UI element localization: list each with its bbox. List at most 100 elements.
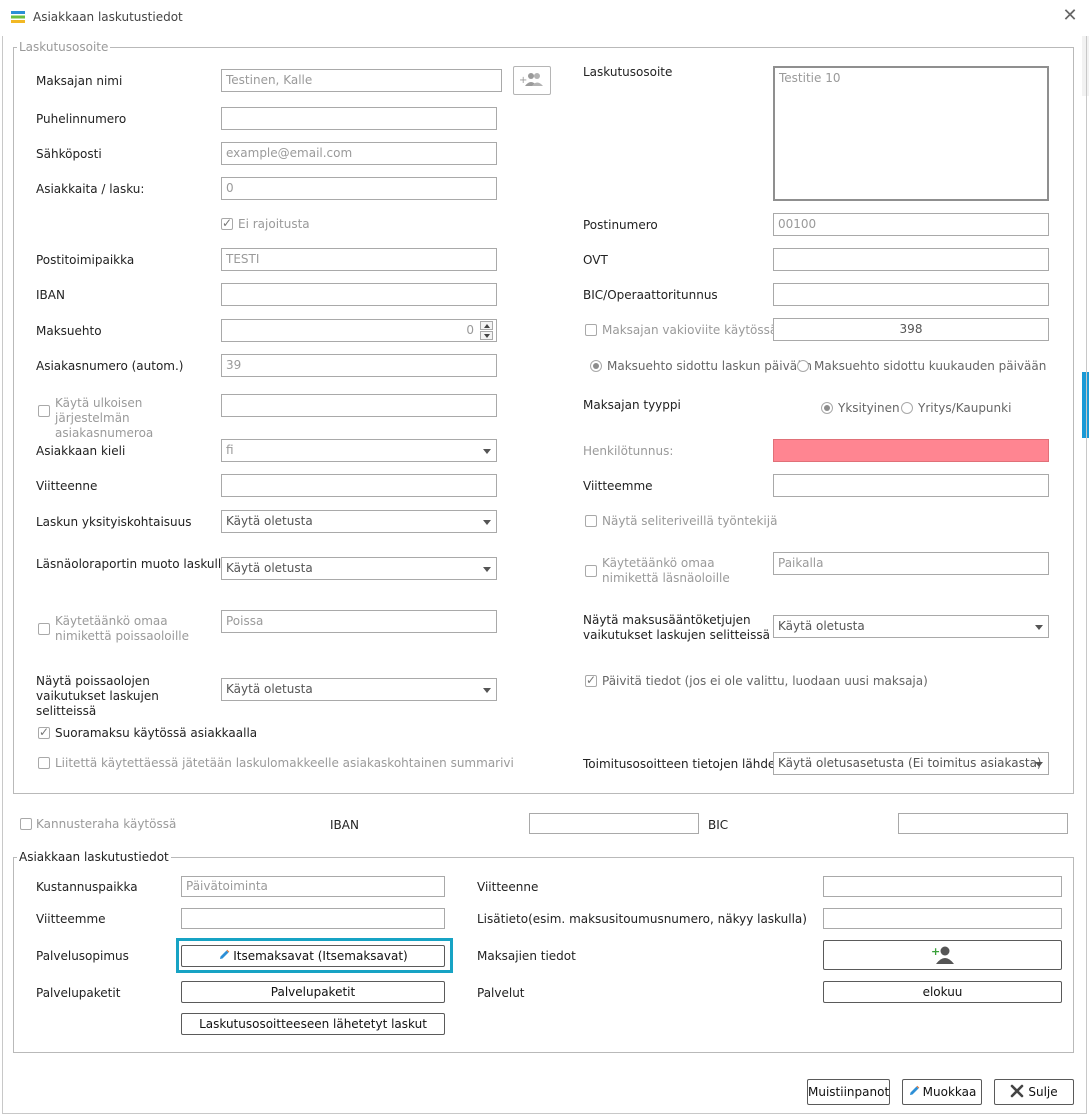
customer-billing-legend: Asiakkaan laskutustiedot	[17, 850, 171, 864]
direct-debit-label: Suoramaksu käytössä asiakkaalla	[55, 726, 258, 740]
own-presence-name-checkbox[interactable]	[585, 565, 597, 577]
payer-name-label: Maksajan nimi	[36, 74, 123, 88]
default-ref-label: Maksajan vakioviite käytössä	[602, 323, 778, 337]
chevron-down-icon	[1035, 625, 1043, 630]
show-employee-label: Näytä seliteriveillä työntekijä	[602, 514, 778, 528]
own-absence-name-input[interactable]: Poissa	[221, 610, 497, 633]
services-label: Palvelut	[477, 986, 525, 1000]
private-radio[interactable]	[821, 402, 833, 414]
our-ref-input[interactable]	[221, 474, 497, 497]
incentive-iban-label: IBAN	[330, 818, 359, 832]
private-label: Yksityinen	[838, 401, 900, 415]
payer-info-button[interactable]: +	[823, 940, 1062, 970]
cb-your-ref-input[interactable]	[181, 908, 445, 929]
default-ref-input[interactable]: 398	[773, 318, 1049, 341]
payment-term-stepper[interactable]: 0	[221, 319, 497, 342]
attachment-summary-checkbox[interactable]	[38, 757, 50, 769]
own-presence-name-input[interactable]: Paikalla	[773, 552, 1049, 575]
update-info-checkbox[interactable]	[585, 673, 597, 687]
direct-debit-checkbox[interactable]	[38, 725, 50, 739]
term-invoice-date-radio[interactable]	[590, 360, 602, 372]
cb-your-ref-label: Viitteemme	[36, 912, 106, 926]
cost-center-input[interactable]: Päivätoiminta	[181, 876, 445, 897]
incentive-checkbox[interactable]	[20, 818, 32, 830]
term-month-day-radio[interactable]	[797, 360, 809, 372]
service-contract-button-label: Itsemaksavat (Itsemaksavat)	[233, 949, 408, 963]
title-bar: Asiakkaan laskutustiedot ✕	[0, 0, 1089, 36]
city-label: Postitoimipaikka	[36, 253, 135, 267]
stepper-up-icon[interactable]	[480, 321, 493, 330]
own-presence-name-label: Käytetäänkö omaa nimikettä läsnäoloille	[602, 556, 730, 585]
show-rule-effects-label: Näytä maksusääntöketjujen vaikutukset la…	[583, 613, 770, 642]
company-radio[interactable]	[901, 402, 913, 414]
incentive-bic-input[interactable]	[898, 813, 1068, 834]
invoice-detail-value: Käytä oletusta	[226, 514, 313, 528]
invoice-detail-select[interactable]: Käytä oletusta	[221, 510, 497, 533]
notes-button[interactable]: Muistiinpanot	[807, 1079, 890, 1105]
language-value: fi	[226, 443, 234, 457]
incentive-bic-label: BIC	[708, 818, 729, 832]
close-icon[interactable]: ✕	[1060, 6, 1080, 26]
service-packages-label: Palvelupaketit	[36, 986, 121, 1000]
customer-number-input[interactable]: 39	[221, 354, 497, 377]
services-button[interactable]: elokuu	[823, 981, 1062, 1003]
sent-invoices-button[interactable]: Laskutusosoitteeseen lähetetyt laskut	[181, 1013, 445, 1035]
edit-button[interactable]: Muokkaa	[902, 1079, 982, 1105]
cb-our-ref-input[interactable]	[823, 876, 1062, 897]
show-absence-effects-select[interactable]: Käytä oletusta	[221, 678, 497, 701]
customers-per-invoice-label: Asiakkaita / lasku:	[36, 182, 145, 196]
chevron-down-icon	[483, 688, 491, 693]
customer-number-label: Asiakasnumero (autom.)	[36, 359, 184, 373]
ssn-input[interactable]	[773, 439, 1049, 462]
email-input[interactable]: example@email.com	[221, 142, 497, 165]
window-title: Asiakkaan laskutustiedot	[33, 10, 183, 24]
language-select[interactable]: fi	[221, 439, 497, 462]
own-absence-name-checkbox[interactable]	[38, 623, 50, 635]
attendance-format-select[interactable]: Käytä oletusta	[221, 557, 497, 580]
incentive-iban-input[interactable]	[529, 813, 699, 834]
add-users-icon: +	[519, 73, 543, 86]
your-ref-input[interactable]	[773, 474, 1049, 497]
company-label: Yritys/Kaupunki	[918, 401, 1012, 415]
no-limit-checkbox[interactable]	[221, 216, 233, 230]
customers-per-invoice-input[interactable]: 0	[221, 177, 497, 200]
show-rule-effects-select[interactable]: Käytä oletusta	[773, 615, 1049, 638]
postal-code-label: Postinumero	[583, 218, 658, 232]
phone-input[interactable]	[221, 107, 497, 130]
city-input[interactable]: TESTI	[221, 248, 497, 271]
your-ref-label: Viitteemme	[583, 479, 653, 493]
show-absence-effects-value: Käytä oletusta	[226, 682, 313, 696]
default-ref-checkbox[interactable]	[585, 324, 597, 336]
external-number-input[interactable]	[221, 394, 497, 417]
attendance-format-value: Käytä oletusta	[226, 561, 313, 575]
stepper-down-icon[interactable]	[480, 331, 493, 340]
ssn-label: Henkilötunnus:	[583, 444, 674, 458]
cost-center-label: Kustannuspaikka	[36, 880, 138, 894]
extra-info-input[interactable]	[823, 908, 1062, 929]
cb-our-ref-label: Viitteenne	[477, 880, 539, 894]
bic-operator-input[interactable]	[773, 283, 1049, 306]
ovt-input[interactable]	[773, 248, 1049, 271]
chevron-down-icon	[1035, 762, 1043, 767]
service-contract-button[interactable]: Itsemaksavat (Itsemaksavat)	[181, 945, 445, 967]
delivery-source-label: Toimitusosoitteen tietojen lähde	[583, 757, 776, 771]
service-packages-button[interactable]: Palvelupaketit	[181, 981, 445, 1003]
chevron-down-icon	[483, 520, 491, 525]
iban-input[interactable]	[221, 283, 497, 306]
select-payer-button[interactable]: +	[513, 66, 551, 95]
close-button[interactable]: Sulje	[994, 1079, 1074, 1105]
ovt-label: OVT	[583, 253, 608, 267]
external-number-checkbox[interactable]	[38, 405, 50, 417]
language-label: Asiakkaan kieli	[36, 444, 126, 458]
svg-text:+: +	[931, 945, 940, 958]
billing-address-textarea[interactable]: Testitie 10	[773, 66, 1049, 201]
service-contract-label: Palvelusopimus	[36, 949, 129, 963]
payment-term-label: Maksuehto	[36, 324, 102, 338]
show-employee-checkbox[interactable]	[585, 515, 597, 527]
delivery-source-select[interactable]: Käytä oletusasetusta (Ei toimitus asiaka…	[773, 752, 1049, 775]
payer-name-input[interactable]: Testinen, Kalle	[221, 69, 502, 92]
postal-code-input[interactable]: 00100	[773, 213, 1049, 236]
show-rule-effects-value: Käytä oletusta	[778, 619, 865, 633]
add-user-icon: +	[931, 945, 954, 964]
phone-label: Puhelinnumero	[36, 112, 127, 126]
